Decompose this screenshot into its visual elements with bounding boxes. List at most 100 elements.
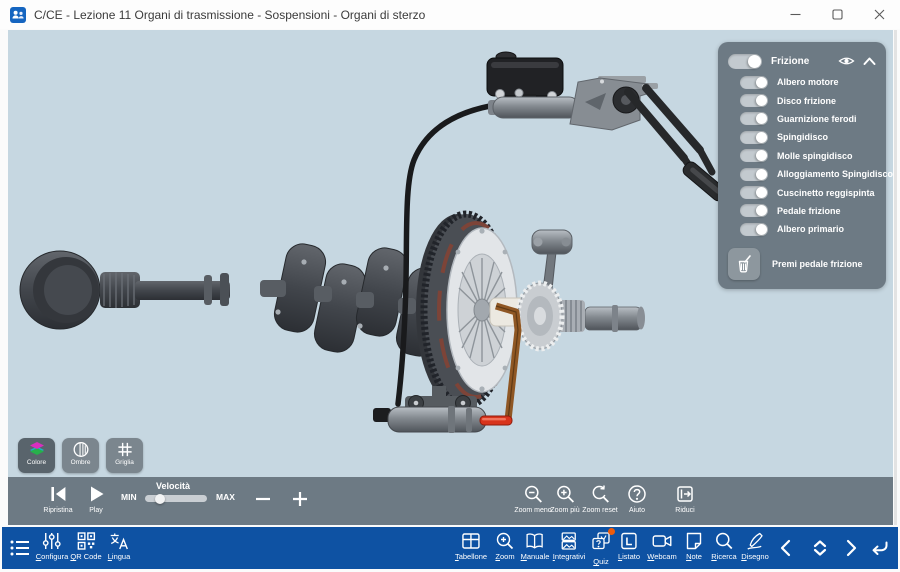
qr-code-icon	[76, 531, 96, 551]
toggle-switch[interactable]	[740, 186, 768, 199]
maximize-button[interactable]	[816, 0, 858, 29]
speed-decrease-button[interactable]	[254, 490, 272, 508]
toolbar-integrativi[interactable]: Integrativi	[553, 531, 586, 561]
slider-max-label: MAX	[216, 492, 235, 502]
toggle-label: Guarnizione ferodi	[777, 114, 857, 124]
layer-toggle-alloggiamento-spingidisco[interactable]: Alloggiamento Spingidisco	[728, 165, 876, 183]
toggle-switch[interactable]	[740, 149, 768, 162]
next-button[interactable]	[842, 538, 860, 563]
toolbar-note[interactable]: Note	[684, 531, 704, 561]
toolbar-webcam[interactable]: Webcam	[647, 531, 676, 561]
toolbar-tabellone[interactable]: Tabellone	[455, 531, 487, 561]
chevron-up-down-icon	[811, 538, 829, 558]
app-window: C/CE - Lezione 11 Organi di trasmissione…	[0, 0, 900, 572]
toggle-label: Spingidisco	[777, 132, 828, 142]
layer-toggle-albero-motore[interactable]: Albero motore	[728, 73, 876, 91]
view-button-label: Colore	[27, 459, 46, 466]
title-bar: C/CE - Lezione 11 Organi di trasmissione…	[0, 0, 900, 29]
menu-list-button[interactable]	[9, 538, 31, 563]
play-button[interactable]: Play	[86, 484, 106, 514]
press-pedal-button[interactable]	[728, 248, 760, 280]
toolbar-zoom[interactable]: Zoom	[495, 531, 515, 561]
zoom-reset-button[interactable]: Zoom reset	[582, 484, 617, 514]
toolbar-listato[interactable]: Listato	[618, 531, 640, 561]
ripristina-button[interactable]: Ripristina	[43, 484, 72, 514]
layer-toggle-spingidisco[interactable]: Spingidisco	[728, 128, 876, 146]
toggle-switch[interactable]	[740, 112, 768, 125]
zoom-in-button[interactable]: Zoom più	[550, 484, 579, 514]
toolbar-configura[interactable]: Configura	[36, 531, 69, 561]
collapse-chevron-up-icon[interactable]	[863, 56, 876, 66]
griglia-button[interactable]: Griglia	[106, 438, 143, 473]
toggle-switch[interactable]	[740, 131, 768, 144]
toolbar-label: QR Code	[70, 552, 101, 561]
layer-toggle-pedale-frizione[interactable]: Pedale frizione	[728, 202, 876, 220]
press-pedal-label: Premi pedale frizione	[772, 259, 863, 269]
colore-button[interactable]: Colore	[18, 438, 55, 473]
toolbar-label: Ricerca	[711, 552, 736, 561]
toggle-label: Alloggiamento Spingidisco	[777, 169, 893, 179]
webcam-icon	[651, 531, 673, 551]
toolbar-label: Lingua	[108, 552, 131, 561]
control-label: Zoom più	[550, 507, 579, 514]
toggle-switch[interactable]	[740, 168, 768, 181]
toggle-switch[interactable]	[740, 76, 768, 89]
toolbar-manuale[interactable]: Manuale	[521, 531, 550, 561]
model-viewport[interactable]: Frizione Albero motore Disco frizione	[8, 30, 893, 525]
zoom-out-button[interactable]: Zoom meno	[514, 484, 551, 514]
previous-button[interactable]	[777, 538, 795, 563]
grid-icon	[116, 441, 134, 458]
control-label: Zoom reset	[582, 507, 617, 514]
zoom-reset-icon	[590, 484, 610, 504]
toolbar-label: Listato	[618, 552, 640, 561]
frizione-toggle[interactable]	[728, 54, 762, 69]
layer-toggle-guarnizione-ferodi[interactable]: Guarnizione ferodi	[728, 110, 876, 128]
quiz-notification-dot	[608, 528, 615, 535]
visibility-eye-icon[interactable]	[838, 55, 855, 67]
layer-toggle-disco-frizione[interactable]: Disco frizione	[728, 91, 876, 109]
chevron-right-icon	[842, 538, 860, 558]
toolbar-qr-code[interactable]: QR Code	[70, 531, 101, 561]
expand-collapse-button[interactable]	[811, 538, 829, 563]
collapse-bar-button[interactable]: Riduci	[675, 484, 695, 514]
zoom-in-icon	[555, 484, 575, 504]
minus-icon	[254, 490, 272, 508]
toggle-switch[interactable]	[740, 94, 768, 107]
zoom-out-icon	[523, 484, 543, 504]
layer-toggle-cuscinetto-reggispinta[interactable]: Cuscinetto reggispinta	[728, 183, 876, 201]
toolbar-lingua[interactable]: Lingua	[108, 531, 131, 561]
pedal-arm-model	[613, 87, 729, 203]
toolbar-label: Quiz	[593, 557, 608, 566]
toolbar-label: Webcam	[647, 552, 676, 561]
toolbar-label: Configura	[36, 552, 69, 561]
plus-icon	[291, 490, 309, 508]
back-return-button[interactable]	[868, 538, 890, 563]
velocity-slider[interactable]	[145, 495, 207, 502]
toggle-label: Pedale frizione	[777, 206, 841, 216]
layer-toggle-albero-primario[interactable]: Albero primario	[728, 220, 876, 238]
close-button[interactable]	[858, 0, 900, 29]
layer-toggle-molle-spingidisco[interactable]: Molle spingidisco	[728, 147, 876, 165]
toggle-switch[interactable]	[740, 204, 768, 217]
control-label: Aiuto	[629, 507, 645, 514]
open-book-icon	[525, 531, 545, 551]
app-icon	[10, 7, 26, 23]
toggle-switch[interactable]	[740, 223, 768, 236]
toolbar-disegno[interactable]: Disegno	[741, 531, 769, 561]
toggle-label: Molle spingidisco	[777, 151, 853, 161]
speed-increase-button[interactable]	[291, 490, 309, 508]
minimize-button[interactable]	[774, 0, 816, 29]
help-button[interactable]: Aiuto	[627, 484, 647, 514]
collapse-panel-icon	[675, 484, 695, 504]
skip-to-start-icon	[48, 484, 68, 504]
toolbar-ricerca[interactable]: Ricerca	[711, 531, 736, 561]
clutch-pedal-assembly-model	[487, 52, 729, 203]
toggle-label: Albero primario	[777, 224, 844, 234]
help-icon	[627, 484, 647, 504]
toolbar-quiz[interactable]: Quiz	[591, 531, 611, 566]
ombre-button[interactable]: Ombre	[62, 438, 99, 473]
shadows-icon	[72, 441, 90, 458]
velocity-slider-knob[interactable]	[155, 494, 165, 504]
media-attachments-icon	[559, 531, 579, 551]
canvas-scrollbar[interactable]	[894, 30, 897, 525]
